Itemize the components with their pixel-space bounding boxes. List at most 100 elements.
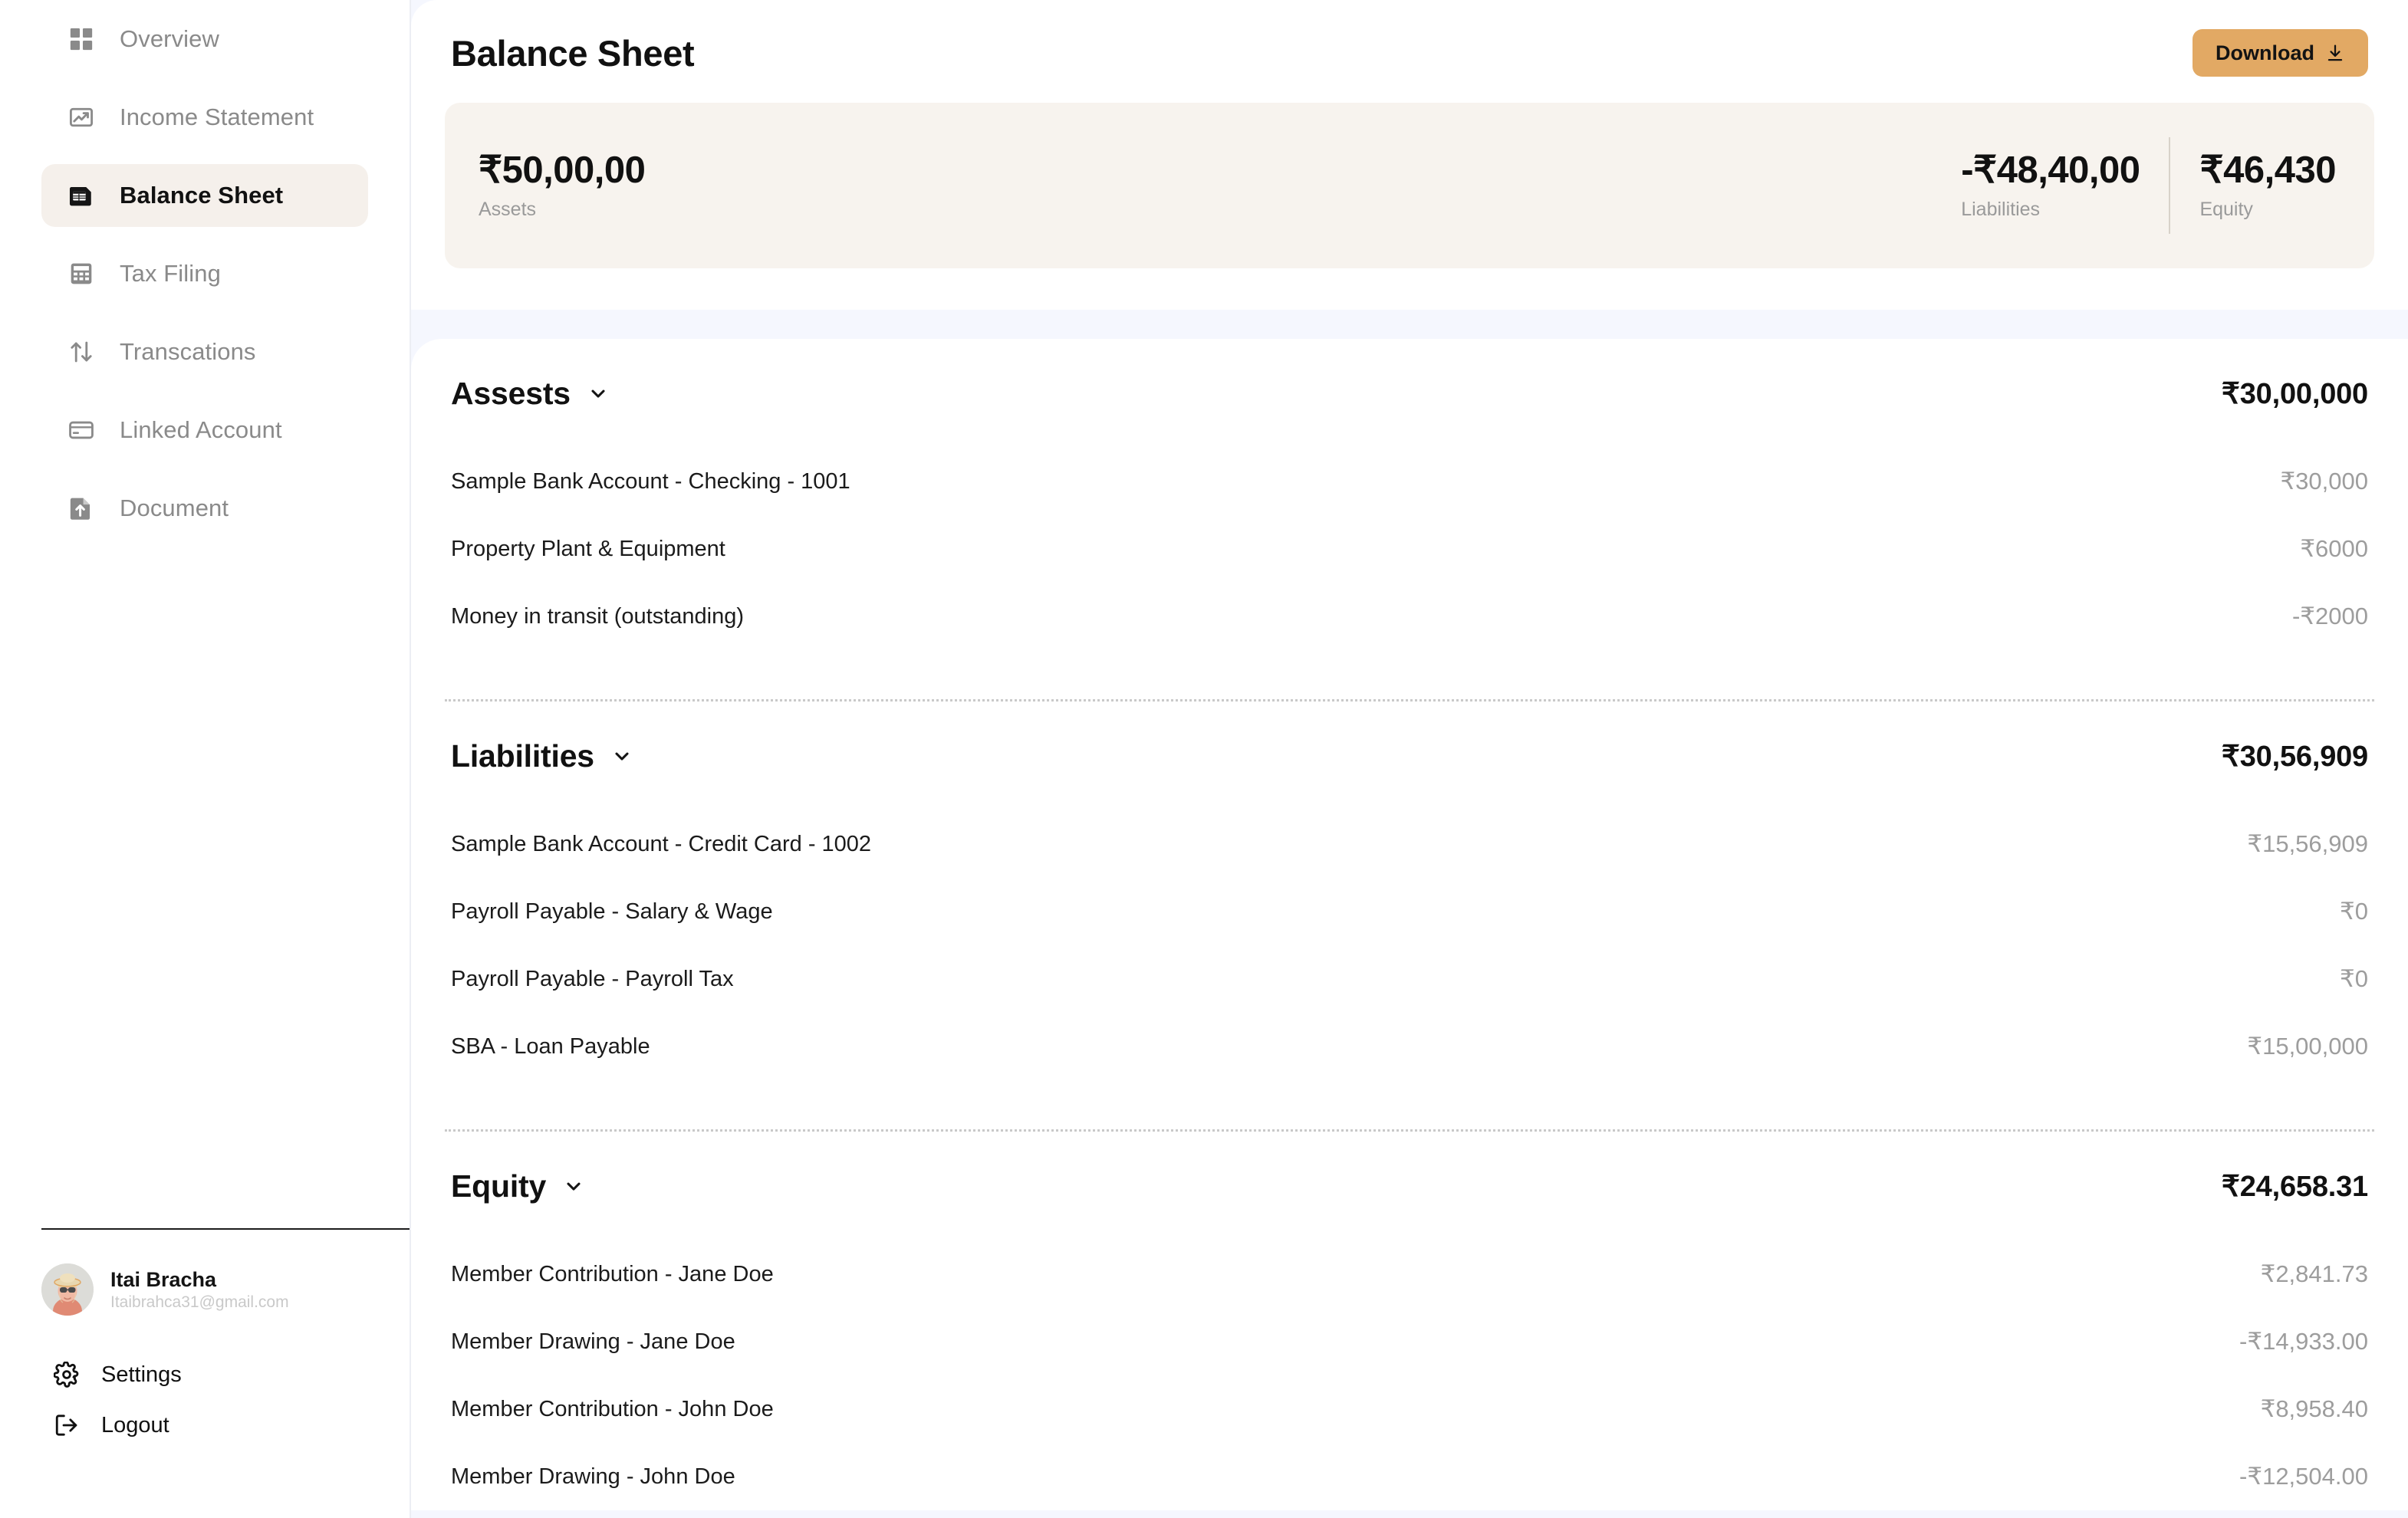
row-value: ₹0 bbox=[2340, 965, 2368, 992]
row-label: Member Drawing - John Doe bbox=[451, 1464, 735, 1489]
summary-right-group: -₹48,40,00 Liabilities ₹46,430 Equity bbox=[1932, 137, 2341, 234]
download-button-label: Download bbox=[2216, 41, 2314, 64]
logout-label: Logout bbox=[101, 1412, 169, 1438]
row-value: ₹15,00,000 bbox=[2247, 1033, 2368, 1060]
sidebar-item-label: Overview bbox=[120, 25, 219, 52]
section-pad bbox=[445, 1080, 2374, 1111]
summary-equity: ₹46,430 Equity bbox=[2170, 152, 2341, 219]
avatar bbox=[41, 1263, 94, 1316]
summary-liabilities-value: -₹48,40,00 bbox=[1961, 150, 2140, 191]
section-header: Liabilities ₹30,56,909 bbox=[445, 702, 2374, 810]
table-row[interactable]: Payroll Payable - Salary & Wage ₹0 bbox=[445, 878, 2374, 945]
row-value: ₹6000 bbox=[2300, 535, 2368, 562]
sidebar-item-label: Tax Filing bbox=[120, 260, 221, 287]
chevron-down-icon[interactable] bbox=[611, 745, 633, 767]
summary-assets: ₹50,00,00 Assets bbox=[479, 150, 646, 219]
row-label: Member Drawing - Jane Doe bbox=[451, 1329, 735, 1354]
section-liabilities: Liabilities ₹30,56,909 Sample Bank Accou… bbox=[445, 702, 2374, 1132]
sidebar-item-balance-sheet[interactable]: Balance Sheet bbox=[41, 164, 368, 227]
table-row[interactable]: Member Contribution - Jane Doe ₹2,841.73 bbox=[445, 1240, 2374, 1308]
sidebar-divider bbox=[41, 1228, 410, 1230]
balance-sheet-body: Assests ₹30,00,000 Sample Bank Account -… bbox=[411, 339, 2408, 1510]
sidebar-item-tax-filing[interactable]: Tax Filing bbox=[41, 242, 368, 305]
section-title: Liabilities bbox=[451, 738, 594, 774]
row-value: ₹8,958.40 bbox=[2260, 1395, 2368, 1422]
row-value: -₹14,933.00 bbox=[2239, 1328, 2368, 1355]
summary-assets-value: ₹50,00,00 bbox=[479, 150, 646, 191]
row-label: Sample Bank Account - Checking - 1001 bbox=[451, 468, 850, 494]
settings-label: Settings bbox=[101, 1362, 182, 1387]
table-row[interactable]: Sample Bank Account - Credit Card - 1002… bbox=[445, 810, 2374, 878]
row-label: Member Contribution - John Doe bbox=[451, 1396, 774, 1421]
arrows-up-down-icon bbox=[67, 338, 95, 366]
profile-name: Itai Bracha bbox=[110, 1267, 217, 1291]
download-button[interactable]: Download bbox=[2193, 29, 2368, 77]
sidebar-item-label: Transcations bbox=[120, 338, 256, 365]
section-toggle-equity[interactable]: Equity bbox=[451, 1168, 584, 1204]
logout-icon bbox=[52, 1411, 81, 1440]
sidebar-footer: Itai Bracha Itaibrahca31@gmail.com Setti… bbox=[0, 1228, 410, 1518]
table-row[interactable]: Member Drawing - John Doe -₹12,504.00 bbox=[445, 1443, 2374, 1510]
table-row[interactable]: SBA - Loan Payable ₹15,00,000 bbox=[445, 1013, 2374, 1080]
footer-bottom-pad bbox=[41, 1451, 368, 1518]
table-row[interactable]: Sample Bank Account - Checking - 1001 ₹3… bbox=[445, 448, 2374, 515]
spreadsheet-icon bbox=[67, 182, 95, 209]
section-toggle-liabilities[interactable]: Liabilities bbox=[451, 738, 633, 774]
profile-row[interactable]: Itai Bracha Itaibrahca31@gmail.com bbox=[41, 1263, 368, 1316]
section-header: Equity ₹24,658.31 bbox=[445, 1132, 2374, 1240]
sidebar-item-document[interactable]: Document bbox=[41, 477, 368, 540]
row-value: ₹30,000 bbox=[2280, 468, 2368, 495]
sidebar-item-overview[interactable]: Overview bbox=[41, 8, 368, 71]
panel-gap bbox=[411, 310, 2408, 339]
row-label: Property Plant & Equipment bbox=[451, 536, 725, 561]
row-label: Sample Bank Account - Credit Card - 1002 bbox=[451, 831, 872, 856]
section-total: ₹24,658.31 bbox=[2221, 1170, 2368, 1203]
document-upload-icon bbox=[67, 495, 95, 522]
page-title: Balance Sheet bbox=[451, 32, 695, 74]
gear-icon bbox=[52, 1360, 81, 1389]
sidebar: Overview Income Statement Balance Sheet … bbox=[0, 0, 411, 1518]
table-row[interactable]: Member Drawing - Jane Doe -₹14,933.00 bbox=[445, 1308, 2374, 1375]
sidebar-item-transcations[interactable]: Transcations bbox=[41, 320, 368, 383]
table-row[interactable]: Money in transit (outstanding) -₹2000 bbox=[445, 583, 2374, 650]
settings-link[interactable]: Settings bbox=[41, 1349, 368, 1400]
chart-image-icon bbox=[67, 104, 95, 131]
credit-card-icon bbox=[67, 416, 95, 444]
profile-meta: Itai Bracha Itaibrahca31@gmail.com bbox=[110, 1267, 289, 1310]
sidebar-item-income-statement[interactable]: Income Statement bbox=[41, 86, 368, 149]
section-title: Equity bbox=[451, 1168, 547, 1204]
section-equity: Equity ₹24,658.31 Member Contribution - … bbox=[445, 1132, 2374, 1510]
row-value: ₹2,841.73 bbox=[2260, 1260, 2368, 1287]
row-label: Money in transit (outstanding) bbox=[451, 603, 745, 629]
sidebar-nav: Overview Income Statement Balance Sheet … bbox=[0, 8, 410, 555]
section-toggle-assests[interactable]: Assests bbox=[451, 376, 609, 412]
section-total: ₹30,00,000 bbox=[2221, 377, 2368, 410]
summary-equity-value: ₹46,430 bbox=[2199, 150, 2336, 191]
chevron-down-icon[interactable] bbox=[563, 1175, 584, 1197]
logout-link[interactable]: Logout bbox=[41, 1400, 368, 1451]
sidebar-item-label: Document bbox=[120, 495, 229, 521]
sidebar-item-linked-account[interactable]: Linked Account bbox=[41, 399, 368, 462]
section-total: ₹30,56,909 bbox=[2221, 740, 2368, 773]
row-value: -₹2000 bbox=[2291, 603, 2368, 629]
sidebar-item-label: Linked Account bbox=[120, 416, 282, 443]
summary-card: ₹50,00,00 Assets -₹48,40,00 Liabilities … bbox=[445, 103, 2374, 268]
summary-equity-label: Equity bbox=[2199, 199, 2253, 220]
row-value: -₹12,504.00 bbox=[2239, 1463, 2368, 1490]
table-row[interactable]: Payroll Payable - Payroll Tax ₹0 bbox=[445, 945, 2374, 1013]
download-icon bbox=[2325, 43, 2345, 63]
app-root: Overview Income Statement Balance Sheet … bbox=[0, 0, 2408, 1518]
table-row[interactable]: Member Contribution - John Doe ₹8,958.40 bbox=[445, 1375, 2374, 1443]
row-label: Payroll Payable - Payroll Tax bbox=[451, 966, 734, 991]
section-title: Assests bbox=[451, 375, 571, 411]
chevron-down-icon[interactable] bbox=[587, 383, 609, 404]
row-value: ₹15,56,909 bbox=[2247, 830, 2368, 857]
row-value: ₹0 bbox=[2340, 898, 2368, 925]
table-row[interactable]: Property Plant & Equipment ₹6000 bbox=[445, 515, 2374, 583]
section-assests: Assests ₹30,00,000 Sample Bank Account -… bbox=[445, 339, 2374, 702]
summary-liabilities-label: Liabilities bbox=[1961, 199, 2041, 220]
section-header: Assests ₹30,00,000 bbox=[445, 339, 2374, 448]
calculator-icon bbox=[67, 260, 95, 288]
main-content: Balance Sheet Download ₹50,00,00 Assets … bbox=[411, 0, 2408, 1518]
